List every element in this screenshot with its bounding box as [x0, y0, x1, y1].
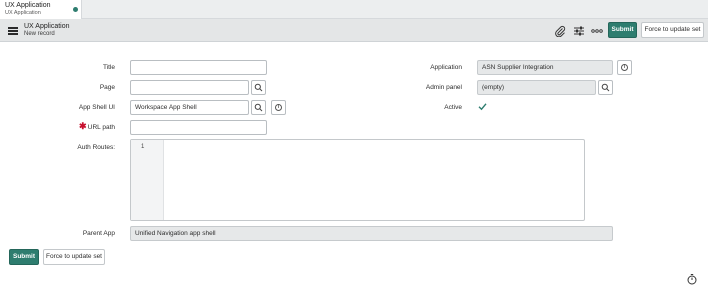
application-info-button[interactable]: i — [617, 60, 632, 75]
admin-panel-label: Admin panel — [425, 84, 462, 91]
active-label: Active — [444, 104, 462, 111]
page-input[interactable] — [130, 80, 249, 95]
page-title: UX Application — [24, 23, 70, 30]
header-force-update-set-button[interactable]: Force to update set — [641, 22, 704, 38]
more-icon[interactable] — [591, 25, 603, 37]
editor-gutter: 1 — [131, 140, 164, 220]
title-input[interactable] — [130, 60, 267, 75]
parent-app-field: Unified Navigation app shell — [130, 226, 613, 241]
admin-panel-field: (empty) — [477, 80, 596, 95]
footer-submit-button[interactable]: Submit — [9, 249, 39, 265]
search-icon — [254, 83, 263, 92]
admin-panel-lookup-button[interactable] — [598, 80, 613, 95]
application-field: ASN Supplier Integration — [477, 60, 613, 75]
form-header: UX Application New record Submit Force t… — [0, 19, 708, 42]
auth-routes-editor[interactable]: 1 — [130, 139, 585, 221]
url-path-label: URL path — [87, 124, 115, 131]
search-icon — [601, 83, 610, 92]
info-icon: i — [621, 64, 628, 71]
page-label: Page — [99, 84, 115, 91]
auth-routes-label: Auth Routes: — [77, 144, 115, 151]
footer-force-update-set-button[interactable]: Force to update set — [43, 249, 105, 265]
sliders-icon[interactable] — [573, 25, 585, 37]
app-shell-ui-input[interactable]: Workspace App Shell — [130, 100, 249, 115]
tab-status-dot — [73, 7, 78, 12]
tab-strip: UX Application UX Application — [0, 0, 708, 19]
application-label: Application — [430, 64, 462, 71]
search-icon — [254, 103, 263, 112]
header-submit-button[interactable]: Submit — [608, 22, 637, 38]
page-lookup-button[interactable] — [251, 80, 266, 95]
title-label: Title — [102, 64, 115, 71]
tab-title: UX Application — [5, 2, 51, 9]
info-icon: i — [275, 104, 282, 111]
app-shell-ui-lookup-button[interactable] — [251, 100, 266, 115]
tab-ux-application[interactable]: UX Application UX Application — [0, 0, 82, 19]
parent-app-label: Parent App — [82, 230, 115, 237]
page-subtitle: New record — [24, 31, 55, 37]
stopwatch-icon[interactable] — [686, 273, 698, 285]
active-checkbox[interactable] — [477, 101, 488, 112]
url-path-input[interactable] — [130, 120, 267, 135]
hamburger-menu-icon[interactable] — [8, 27, 18, 35]
app-shell-ui-label: App Shell UI — [78, 104, 115, 111]
tab-subtitle: UX Application — [5, 10, 41, 16]
paperclip-icon[interactable] — [554, 25, 566, 38]
app-shell-ui-info-button[interactable]: i — [271, 100, 286, 115]
line-number: 1 — [141, 144, 145, 150]
checkmark-icon — [478, 103, 487, 111]
